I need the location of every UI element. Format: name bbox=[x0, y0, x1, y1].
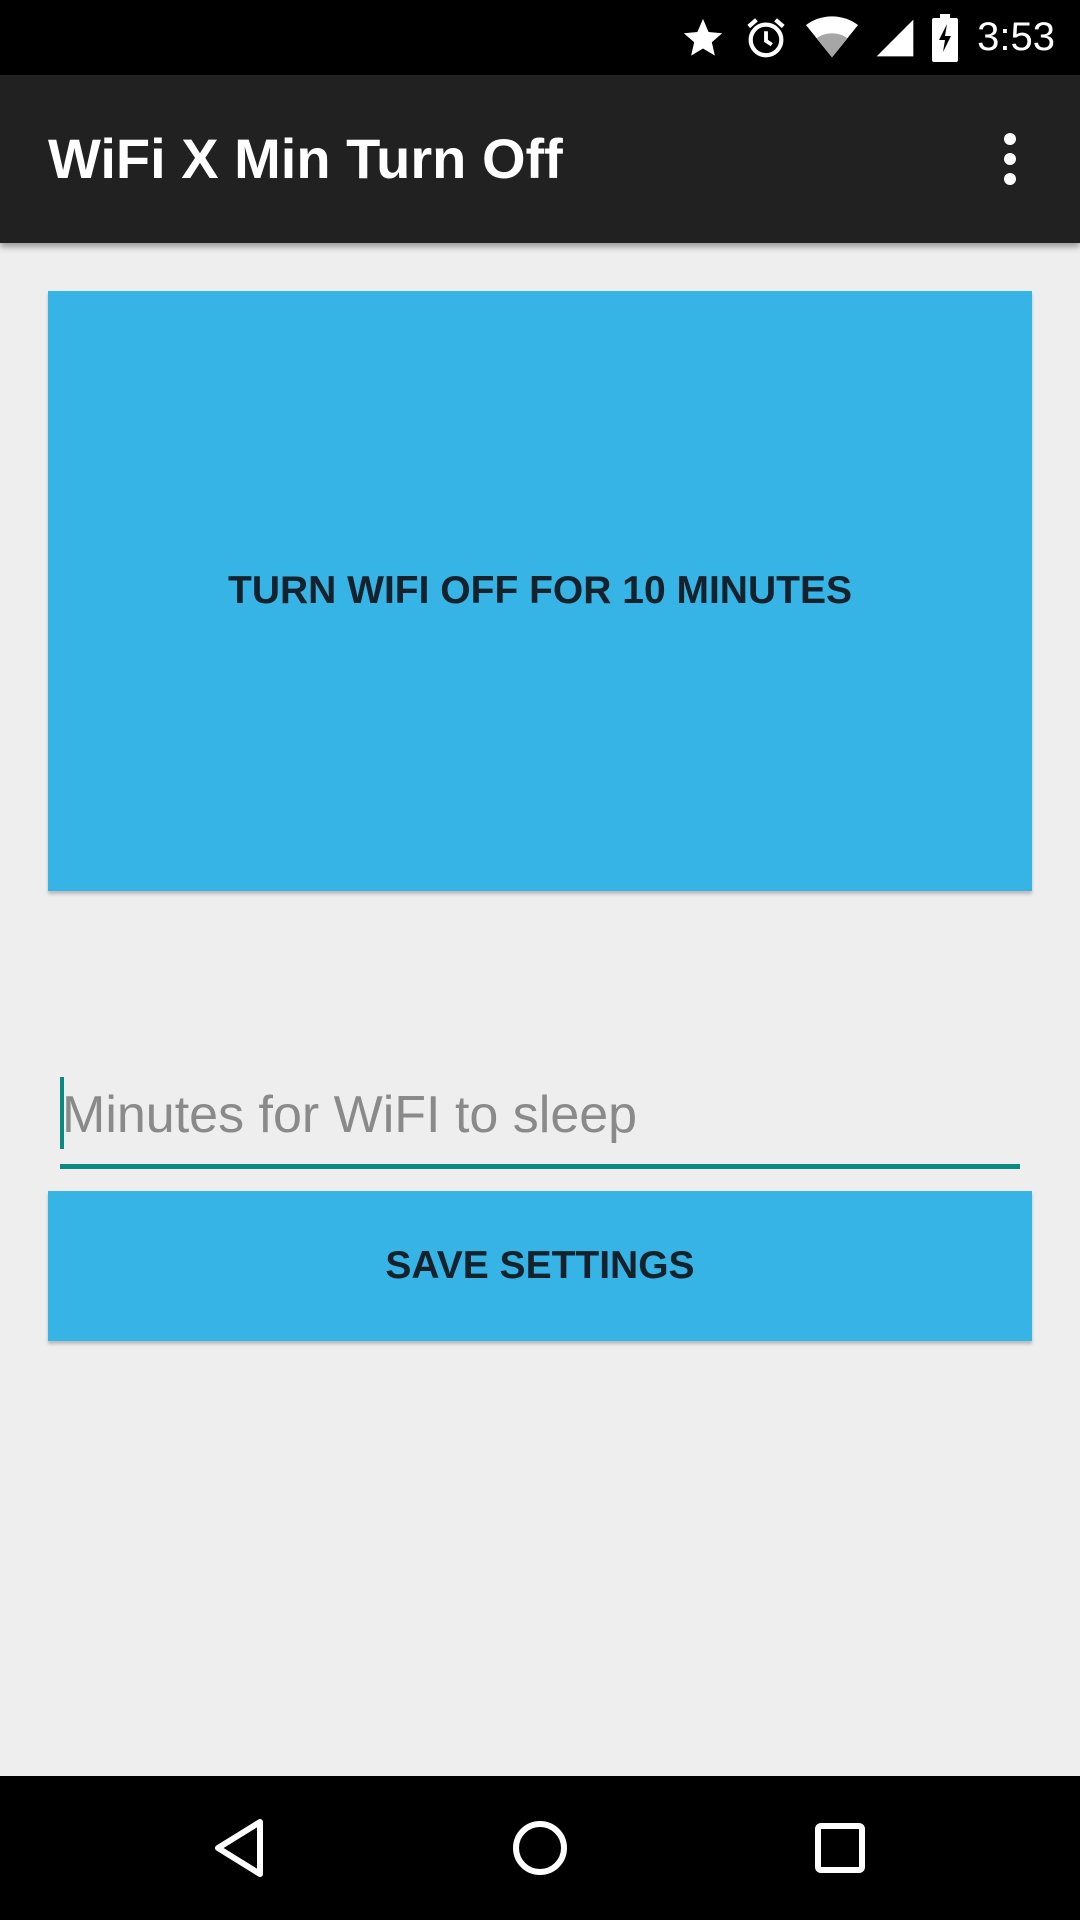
recents-icon[interactable] bbox=[790, 1798, 890, 1898]
turn-wifi-off-button[interactable]: TURN WIFI OFF FOR 10 MINUTES bbox=[48, 291, 1032, 891]
status-time: 3:53 bbox=[977, 15, 1055, 59]
star-icon bbox=[673, 0, 733, 75]
overflow-menu-icon[interactable] bbox=[970, 119, 1050, 199]
input-underline bbox=[60, 1164, 1020, 1169]
home-icon[interactable] bbox=[490, 1798, 590, 1898]
status-icons: 3:53 bbox=[673, 0, 1080, 75]
alarm-icon bbox=[733, 0, 799, 75]
nav-bar bbox=[0, 1776, 1080, 1920]
wifi-icon bbox=[799, 0, 865, 75]
minutes-input[interactable] bbox=[60, 1063, 1020, 1167]
battery-charging-icon bbox=[925, 0, 965, 75]
app-bar: WiFi X Min Turn Off bbox=[0, 75, 1080, 243]
cell-signal-icon bbox=[865, 0, 925, 75]
main-content: TURN WIFI OFF FOR 10 MINUTES SAVE SETTIN… bbox=[0, 243, 1080, 1776]
app-title: WiFi X Min Turn Off bbox=[48, 127, 563, 190]
back-icon[interactable] bbox=[190, 1798, 290, 1898]
status-bar: 3:53 bbox=[0, 0, 1080, 75]
save-settings-button[interactable]: SAVE SETTINGS bbox=[48, 1191, 1032, 1341]
minutes-input-container bbox=[60, 1063, 1020, 1173]
